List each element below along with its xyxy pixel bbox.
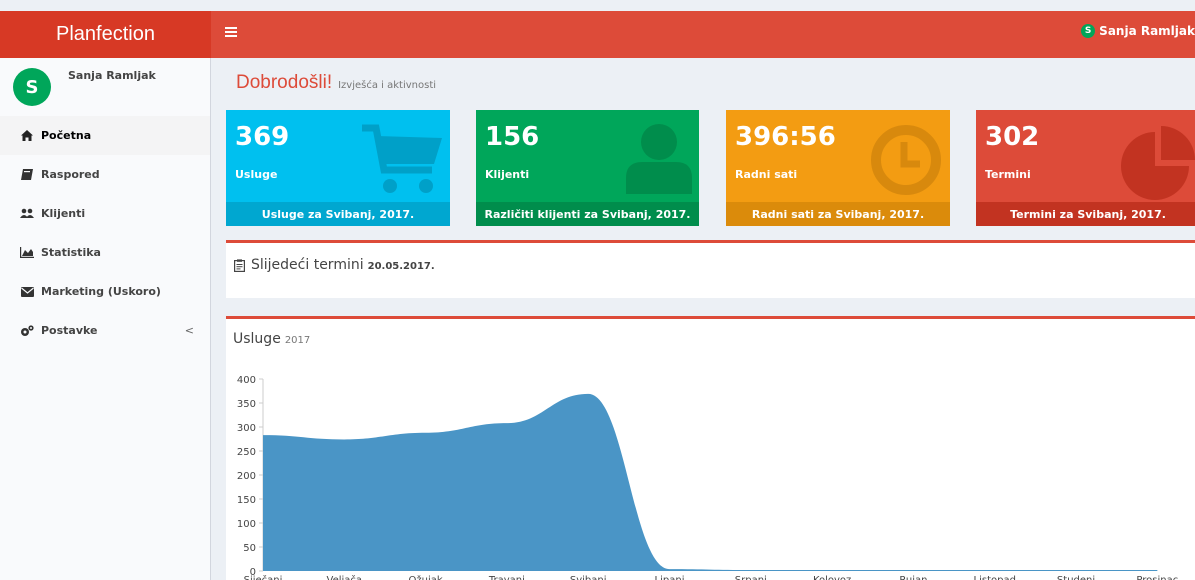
data-point[interactable] bbox=[668, 567, 672, 571]
envelope-icon bbox=[19, 286, 35, 298]
pie-chart-icon bbox=[1121, 126, 1195, 200]
y-tick-label: 350 bbox=[237, 399, 256, 410]
page-title: Dobrodošli! bbox=[236, 72, 333, 93]
x-tick-label: Lipanj bbox=[655, 575, 685, 580]
user-menu[interactable]: S Sanja Ramljak bbox=[1081, 24, 1195, 38]
stat-footer-link[interactable]: Termini za Svibanj, 2017. bbox=[976, 202, 1195, 226]
page-subtitle: Izvješća i aktivnosti bbox=[338, 80, 437, 91]
clock-icon bbox=[871, 125, 941, 195]
sidebar: S Sanja Ramljak Početna Raspored Klijent… bbox=[0, 58, 211, 580]
user-menu-name: Sanja Ramljak bbox=[1099, 24, 1195, 38]
brand-logo[interactable]: Planfection bbox=[0, 11, 211, 58]
x-tick-label: Srpanj bbox=[735, 575, 767, 580]
data-point[interactable] bbox=[261, 433, 265, 437]
data-point[interactable] bbox=[1155, 568, 1159, 572]
panel-title: Slijedeći termini 20.05.2017. bbox=[234, 257, 435, 273]
stat-value: 396:56 bbox=[735, 122, 836, 152]
sidebar-item-label: Postavke bbox=[41, 324, 98, 337]
book-icon bbox=[19, 169, 35, 181]
data-point[interactable] bbox=[911, 568, 915, 572]
stat-value: 369 bbox=[235, 122, 290, 152]
x-tick-label: Siječanj bbox=[244, 574, 283, 580]
clipboard-icon bbox=[234, 258, 245, 272]
x-tick-label: Studeni bbox=[1057, 575, 1095, 580]
sidebar-item-marketing[interactable]: Marketing (Uskoro) bbox=[0, 272, 210, 311]
content-header: Dobrodošli! Izvješća i aktivnosti bbox=[236, 72, 436, 94]
stat-box-termini: 302 Termini Termini za Svibanj, 2017. bbox=[976, 110, 1195, 226]
sidebar-item-label: Raspored bbox=[41, 168, 100, 181]
sidebar-item-label: Statistika bbox=[41, 246, 101, 259]
stat-footer-link[interactable]: Radni sati za Svibanj, 2017. bbox=[726, 202, 950, 226]
data-point[interactable] bbox=[586, 392, 590, 396]
stat-footer-link[interactable]: Usluge za Svibanj, 2017. bbox=[226, 202, 450, 226]
sidebar-user-name: Sanja Ramljak bbox=[68, 69, 156, 82]
series-area bbox=[263, 393, 1158, 571]
data-point[interactable] bbox=[993, 568, 997, 572]
stat-label: Termini bbox=[985, 168, 1031, 181]
sidebar-item-label: Klijenti bbox=[41, 207, 86, 220]
users-icon bbox=[19, 208, 35, 220]
stat-label: Radni sati bbox=[735, 168, 798, 181]
cogs-icon bbox=[19, 324, 35, 337]
upcoming-title: Slijedeći termini bbox=[251, 257, 364, 273]
sidebar-item-label: Marketing (Uskoro) bbox=[41, 285, 161, 298]
stat-box-usluge: 369 Usluge Usluge za Svibanj, 2017. bbox=[226, 110, 450, 226]
sidebar-item-pocetna[interactable]: Početna bbox=[0, 116, 210, 155]
stat-label: Klijenti bbox=[485, 168, 530, 181]
stat-box-klijenti: 156 Klijenti Različiti klijenti za Sviba… bbox=[476, 110, 699, 226]
avatar: S bbox=[13, 68, 51, 106]
y-tick-label: 150 bbox=[237, 495, 256, 506]
stat-label: Usluge bbox=[235, 168, 278, 181]
x-tick-label: Listopad bbox=[974, 575, 1016, 580]
upcoming-date: 20.05.2017. bbox=[367, 261, 435, 272]
data-point[interactable] bbox=[1074, 568, 1078, 572]
home-icon bbox=[19, 130, 35, 142]
stat-footer-link[interactable]: Različiti klijenti za Svibanj, 2017. bbox=[476, 202, 699, 226]
x-tick-label: Prosinac bbox=[1136, 575, 1178, 580]
chevron-left-icon: < bbox=[184, 324, 194, 337]
top-navbar: S Sanja Ramljak bbox=[211, 11, 1195, 58]
data-point[interactable] bbox=[830, 568, 834, 572]
y-tick-label: 200 bbox=[237, 471, 256, 482]
menu-toggle-icon[interactable] bbox=[225, 27, 237, 39]
data-point[interactable] bbox=[424, 431, 428, 435]
sidebar-item-klijenti[interactable]: Klijenti bbox=[0, 194, 210, 233]
area-chart-icon bbox=[19, 247, 35, 259]
user-panel: S Sanja Ramljak bbox=[0, 58, 210, 116]
stat-value: 156 bbox=[485, 122, 540, 152]
x-tick-label: Ožujak bbox=[409, 574, 443, 580]
sidebar-item-postavke[interactable]: Postavke < bbox=[0, 311, 210, 350]
x-tick-label: Travanj bbox=[488, 575, 525, 580]
sidebar-item-raspored[interactable]: Raspored bbox=[0, 155, 210, 194]
user-avatar-small: S bbox=[1081, 24, 1096, 38]
cart-icon bbox=[362, 124, 442, 193]
data-point[interactable] bbox=[505, 421, 509, 425]
stat-value: 302 bbox=[985, 122, 1040, 152]
x-tick-label: Veljača bbox=[327, 574, 363, 580]
services-chart-panel: Usluge 2017 050100150200250300350400Sije… bbox=[226, 316, 1195, 580]
y-tick-label: 100 bbox=[237, 519, 256, 530]
data-point[interactable] bbox=[342, 437, 346, 441]
x-tick-label: Svibanj bbox=[570, 575, 607, 580]
y-tick-label: 400 bbox=[237, 375, 256, 386]
y-tick-label: 300 bbox=[237, 423, 256, 434]
y-tick-label: 50 bbox=[243, 543, 256, 554]
x-tick-label: Kolovoz bbox=[813, 575, 851, 580]
services-area-chart: 050100150200250300350400SiječanjVeljačaO… bbox=[237, 375, 1178, 580]
stat-box-radni-sati: 396:56 Radni sati Radni sati za Svibanj,… bbox=[726, 110, 950, 226]
user-icon bbox=[626, 124, 692, 194]
data-point[interactable] bbox=[749, 568, 753, 572]
sidebar-item-label: Početna bbox=[41, 129, 92, 142]
upcoming-appointments-panel: Slijedeći termini 20.05.2017. bbox=[226, 240, 1195, 298]
y-tick-label: 250 bbox=[237, 447, 256, 458]
x-tick-label: Rujan bbox=[899, 575, 927, 580]
sidebar-item-statistika[interactable]: Statistika bbox=[0, 233, 210, 272]
